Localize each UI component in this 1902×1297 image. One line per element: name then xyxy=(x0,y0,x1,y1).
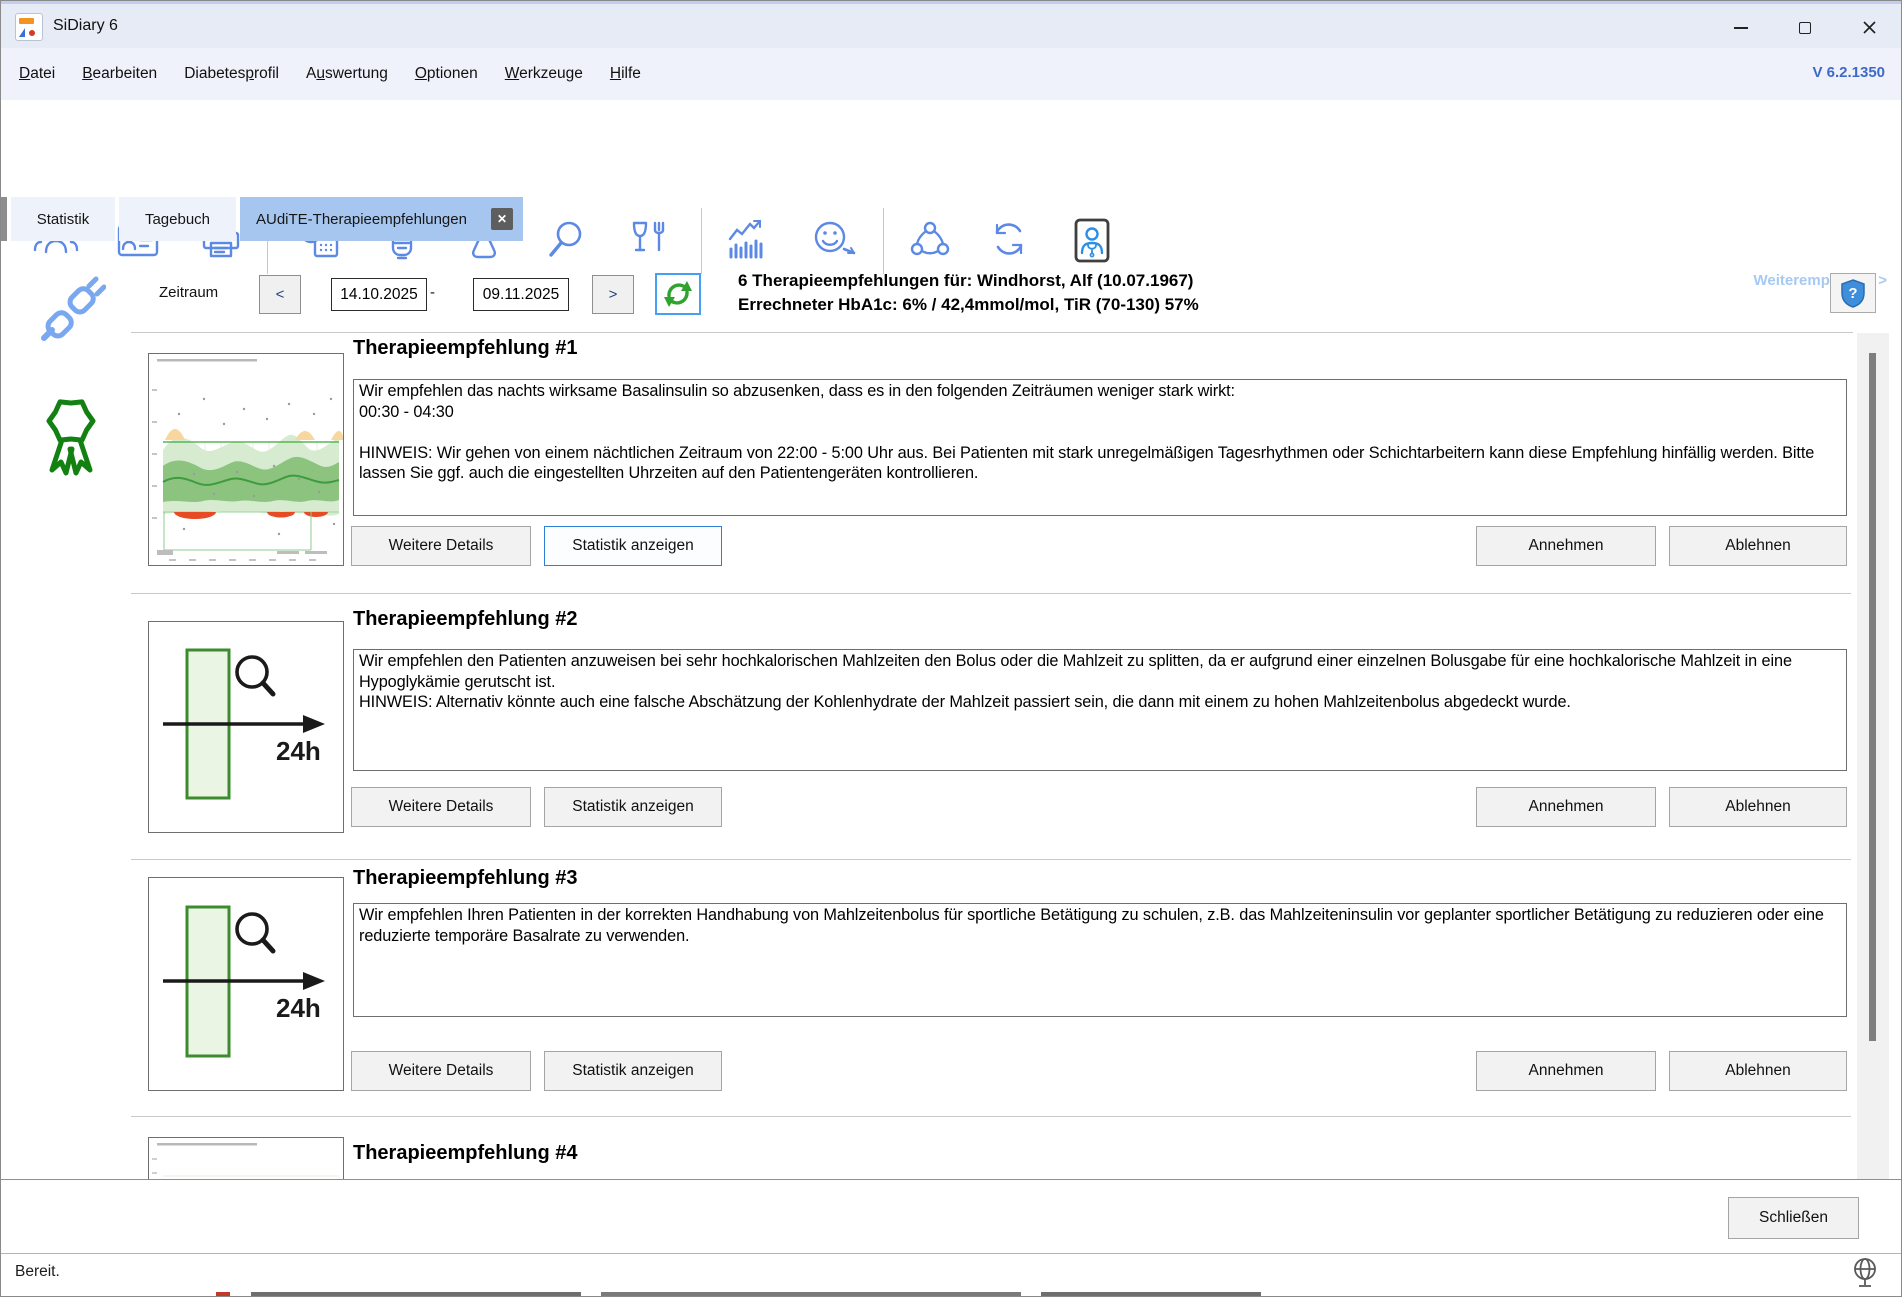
recommendation-1-text: Wir empfehlen das nachts wirksame Basali… xyxy=(353,379,1847,516)
background-window-sliver xyxy=(1041,1292,1261,1297)
recommendation-4-thumbnail[interactable] xyxy=(148,1137,344,1179)
statistics-button-3[interactable]: Statistik anzeigen xyxy=(544,1051,722,1091)
recommendation-3-title: Therapieempfehlung #3 xyxy=(353,867,578,890)
version-label: V 6.2.1350 xyxy=(1812,64,1885,81)
toolbar: Weiterempfehlen > xyxy=(1,100,1901,197)
period-to-input[interactable] xyxy=(473,278,569,311)
details-button-1[interactable]: Weitere Details xyxy=(351,526,531,566)
tab-close-icon[interactable]: ✕ xyxy=(491,208,513,230)
svg-text:?: ? xyxy=(1848,285,1857,302)
search-icon[interactable] xyxy=(544,217,590,263)
window-title: SiDiary 6 xyxy=(53,17,118,35)
menu-item-auswertung[interactable]: Auswertung xyxy=(306,65,388,83)
menu-bar: Datei Bearbeiten Diabetesprofil Auswertung O… xyxy=(1,48,1901,100)
menu-item-hilfe[interactable]: Hilfe xyxy=(610,65,641,83)
period-prev-button[interactable]: < xyxy=(259,275,301,314)
recommendation-1-title: Therapieempfehlung #1 xyxy=(353,337,578,360)
patient-summary-line1: 6 Therapieempfehlungen für: Windhorst, A… xyxy=(738,271,1193,291)
close-icon[interactable] xyxy=(1837,4,1901,51)
recommendation-2-title: Therapieempfehlung #2 xyxy=(353,608,578,631)
menu-item-bearbeiten[interactable]: Bearbeiten xyxy=(82,65,157,83)
recommendation-2-text: Wir empfehlen den Patienten anzuweisen b… xyxy=(353,649,1847,771)
title-bar: SiDiary 6 xyxy=(1,1,1901,48)
menu-item-optionen[interactable]: Optionen xyxy=(415,65,478,83)
tab-audite-therapieempfehlungen[interactable]: AUdiTE-Therapieempfehlungen ✕ xyxy=(240,197,523,241)
toolbar-separator xyxy=(883,208,884,274)
details-button-3[interactable]: Weitere Details xyxy=(351,1051,531,1091)
accept-button-2[interactable]: Annehmen xyxy=(1476,787,1656,827)
plug-disconnect-icon[interactable] xyxy=(36,269,106,352)
vertical-scrollbar[interactable] xyxy=(1857,333,1889,1179)
card-separator xyxy=(131,859,1851,860)
recommendation-3-text: Wir empfehlen Ihren Patienten in der kor… xyxy=(353,903,1847,1017)
statistics-button-1[interactable]: Statistik anzeigen xyxy=(544,526,722,566)
app-window: SiDiary 6 Datei Bearbeiten Diabetesprofil A… xyxy=(0,0,1902,1297)
svg-text:24h: 24h xyxy=(276,993,321,1023)
award-ribbon-icon[interactable] xyxy=(31,389,113,484)
window-edge xyxy=(1,197,7,241)
scrollbar-thumb[interactable] xyxy=(1869,353,1876,1041)
reject-button-2[interactable]: Ablehnen xyxy=(1669,787,1847,827)
accept-button-1[interactable]: Annehmen xyxy=(1476,526,1656,566)
recommendation-1-thumbnail[interactable] xyxy=(148,353,344,566)
maximize-icon[interactable] xyxy=(1773,4,1837,51)
agp-chart-thumbnail xyxy=(149,354,343,565)
toolbar-separator xyxy=(701,208,702,274)
recommendation-3-thumbnail[interactable]: 24h xyxy=(148,877,344,1091)
tab-tagebuch[interactable]: Tagebuch xyxy=(119,197,236,241)
refresh-button[interactable] xyxy=(655,273,701,315)
reject-button-1[interactable]: Ablehnen xyxy=(1669,526,1847,566)
period-separator: - xyxy=(430,284,435,301)
period-from-input[interactable] xyxy=(331,278,427,311)
details-button-2[interactable]: Weitere Details xyxy=(351,787,531,827)
app-icon xyxy=(15,13,43,41)
statusbar-separator xyxy=(1,1253,1901,1254)
card-separator xyxy=(131,1116,1851,1117)
bolus-24h-thumbnail: 24h xyxy=(149,622,343,832)
background-window-sliver xyxy=(216,1292,230,1297)
bolus-24h-thumbnail: 24h xyxy=(149,878,343,1090)
menu-item-diabetesprofil[interactable]: Diabetesprofil xyxy=(184,65,279,83)
footer-separator xyxy=(1,1179,1901,1180)
recommendation-2-thumbnail[interactable]: 24h xyxy=(148,621,344,833)
wellbeing-smiley-icon[interactable] xyxy=(810,217,856,263)
reject-button-3[interactable]: Ablehnen xyxy=(1669,1051,1847,1091)
recommendation-4-title: Therapieempfehlung #4 xyxy=(353,1142,578,1165)
menu-item-datei[interactable]: Datei xyxy=(19,65,55,83)
statusbar-text: Bereit. xyxy=(15,1263,60,1281)
minimize-icon[interactable] xyxy=(1709,4,1773,51)
background-window-sliver xyxy=(601,1292,1021,1297)
period-label: Zeitraum xyxy=(159,284,218,301)
period-next-button[interactable]: > xyxy=(592,275,634,314)
statistics-button-2[interactable]: Statistik anzeigen xyxy=(544,787,722,827)
share-network-icon[interactable] xyxy=(907,217,953,263)
globe-icon xyxy=(1850,1255,1882,1297)
telemedicine-doctor-icon[interactable] xyxy=(1067,217,1113,263)
menu-item-werkzeuge[interactable]: Werkzeuge xyxy=(505,65,583,83)
svg-text:24h: 24h xyxy=(276,736,321,766)
patient-summary-line2: Errechneter HbA1c: 6% / 42,4mmol/mol, Ti… xyxy=(738,295,1199,315)
card-separator xyxy=(131,593,1851,594)
header-separator xyxy=(131,332,1853,333)
background-window-sliver xyxy=(251,1292,581,1297)
sync-icon[interactable] xyxy=(986,217,1032,263)
help-button[interactable]: ? xyxy=(1830,273,1876,313)
statistics-chart-icon[interactable] xyxy=(724,217,770,263)
close-panel-button[interactable]: Schließen xyxy=(1728,1197,1859,1239)
tab-statistik[interactable]: Statistik xyxy=(11,197,115,241)
accept-button-3[interactable]: Annehmen xyxy=(1476,1051,1656,1091)
nutrition-icon[interactable] xyxy=(627,217,673,263)
